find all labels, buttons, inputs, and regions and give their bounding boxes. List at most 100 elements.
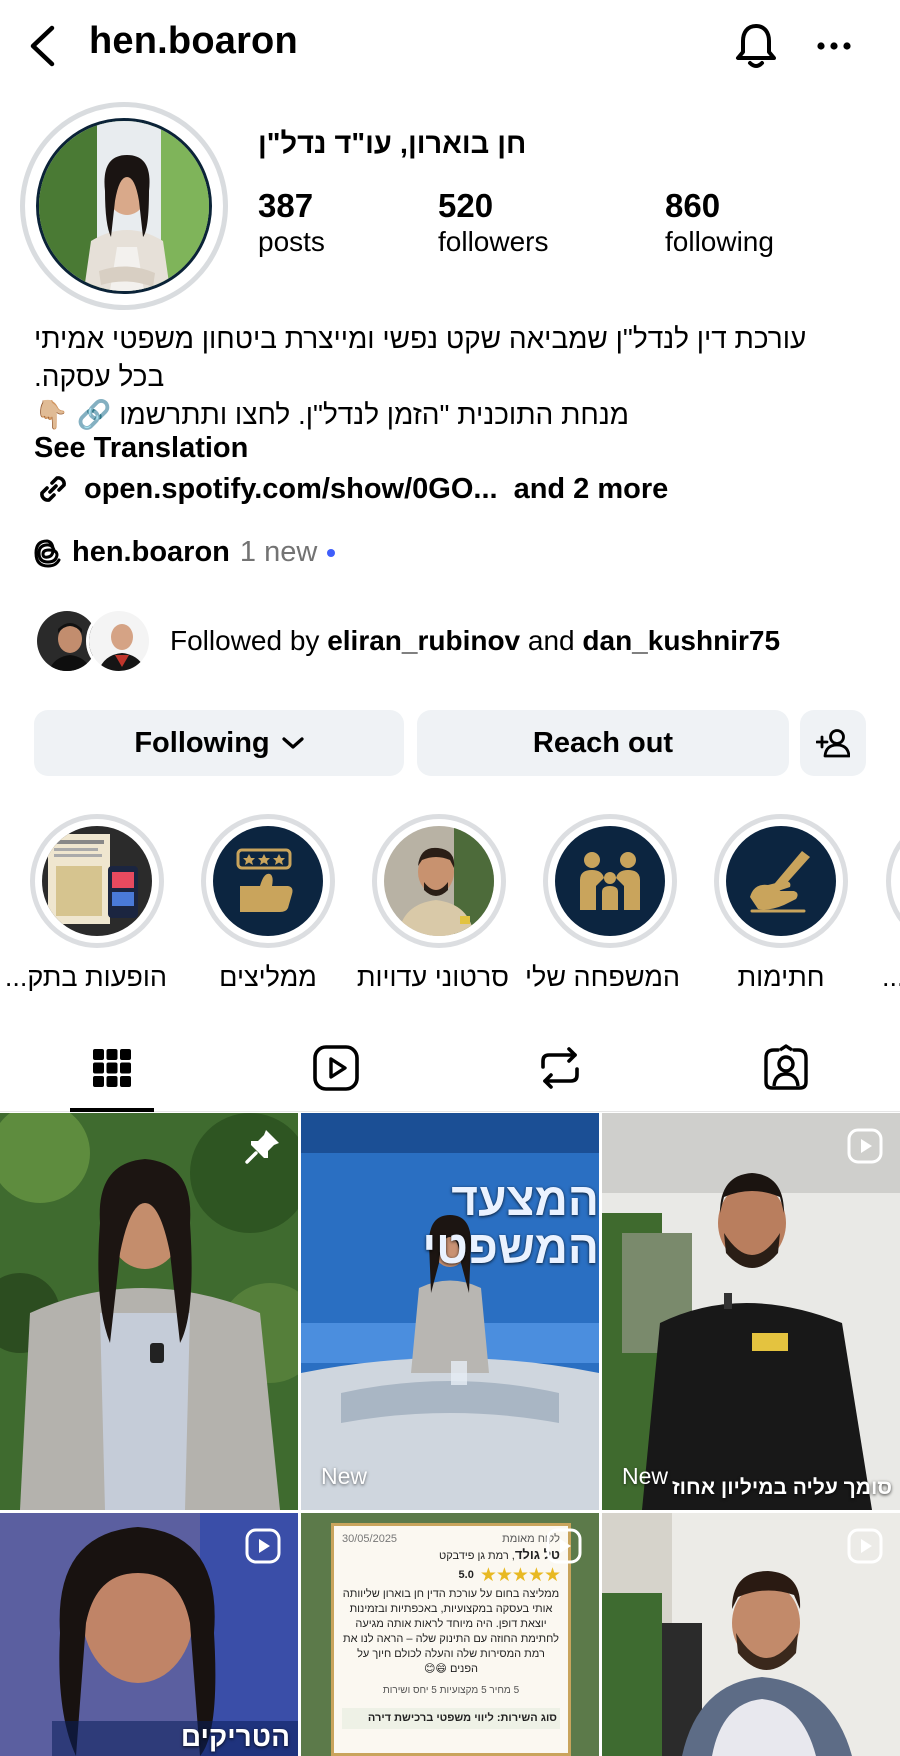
- story-highlight[interactable]: הופעות בתק...: [4, 814, 167, 993]
- reel-icon: [245, 1528, 281, 1564]
- posts-grid: המצעד המשפטי New New סומך עליה במיליון א…: [0, 1113, 900, 1756]
- thumbs-up-stars-icon: [236, 848, 293, 912]
- following-stat[interactable]: 860 following: [665, 188, 774, 260]
- post-thumbnail[interactable]: New סומך עליה במיליון אחוז: [602, 1113, 900, 1510]
- active-tab-indicator: [70, 1108, 154, 1112]
- story-highlight[interactable]: ממליצים: [198, 814, 338, 993]
- profile-bio: עורכת דין לנדל"ן שמביאה שקט נפשי ומייצרת…: [34, 320, 870, 434]
- reels-icon: [313, 1045, 359, 1091]
- tab-tagged[interactable]: [754, 1040, 818, 1096]
- following-button[interactable]: Following: [34, 710, 404, 776]
- post-thumbnail[interactable]: הטריקים והשטיקים: [0, 1513, 298, 1756]
- posts-count: 387: [258, 187, 314, 224]
- highlight-ring: [714, 814, 848, 948]
- link-icon: [40, 476, 66, 502]
- highlight-cover: [555, 826, 665, 936]
- family-icon: [580, 852, 640, 910]
- highlight-ring: [201, 814, 335, 948]
- highlight-label: ...: [882, 962, 900, 992]
- see-translation-link[interactable]: See Translation: [34, 432, 248, 465]
- highlight-ring: [886, 814, 900, 948]
- mutual-user-2[interactable]: dan_kushnir75: [582, 625, 780, 656]
- reel-icon: [847, 1528, 883, 1564]
- highlight-label: המשפחה שלי: [525, 962, 680, 992]
- story-highlight[interactable]: חתימות: [711, 814, 851, 993]
- threads-handle: hen.boaron: [72, 536, 230, 568]
- story-highlight[interactable]: המשפחה שלי: [525, 814, 680, 993]
- followers-count: 520: [438, 187, 494, 224]
- new-badge: New: [622, 1463, 669, 1489]
- highlight-cover: [384, 826, 494, 936]
- followers-label: followers: [438, 226, 549, 257]
- highlight-cover: [213, 826, 323, 936]
- followed-by-conj: and: [527, 625, 575, 656]
- bio-line: בכל עסקה.: [34, 361, 165, 392]
- back-button[interactable]: [22, 22, 62, 70]
- bio-line: מנחת התוכנית "הזמן לנדל"ן. לחצו ותתרשמו …: [34, 399, 629, 430]
- avatar-image: [36, 118, 212, 294]
- reel-icon: [546, 1528, 582, 1564]
- followed-by-row[interactable]: Followed by eliran_rubinov and dan_kushn…: [34, 606, 780, 676]
- review-meta: , רמת גן פידבקט: [439, 1550, 515, 1562]
- repost-icon: [541, 1047, 579, 1089]
- more-icon: [817, 42, 851, 50]
- following-label: following: [665, 226, 774, 257]
- reel-icon: [847, 1128, 883, 1164]
- followed-by-text: Followed by eliran_rubinov and dan_kushn…: [170, 625, 780, 657]
- post-thumbnail[interactable]: [602, 1513, 900, 1756]
- review-text: ממליצה בחום על עורכת הדין חן בוארון שליו…: [342, 1588, 560, 1675]
- following-button-label: Following: [134, 726, 270, 759]
- followed-by-prefix: Followed by: [170, 625, 320, 656]
- highlight-ring: [30, 814, 164, 948]
- profile-display-name: חן בוארון, עו"ד נדל"ן: [258, 128, 527, 160]
- posts-stat[interactable]: 387 posts: [258, 188, 325, 260]
- post-banner-text: המצעד המשפטי: [422, 1173, 599, 1273]
- followers-stat[interactable]: 520 followers: [438, 188, 548, 260]
- highlight-label: סרטוני עדויות: [356, 962, 509, 992]
- highlight-label: הופעות בתק...: [4, 962, 167, 992]
- chevron-left-icon: [30, 25, 55, 67]
- bio-link-url[interactable]: open.spotify.com/show/0GO...: [84, 473, 498, 506]
- posts-label: posts: [258, 226, 325, 257]
- signing-hand-icon: [750, 851, 810, 913]
- following-count: 860: [665, 187, 721, 224]
- post-thumbnail[interactable]: [0, 1113, 298, 1510]
- reach-out-button-label: Reach out: [532, 726, 674, 759]
- review-date: 30/05/2025: [342, 1533, 398, 1545]
- mutual-user-1[interactable]: eliran_rubinov: [327, 625, 520, 656]
- threads-badge[interactable]: hen.boaron 1 new: [34, 536, 336, 569]
- profile-tabs: [0, 1022, 900, 1112]
- post-thumbnail[interactable]: לקוח מאומת 30/05/2025 טל גולד, רמת גן פי…: [301, 1513, 599, 1756]
- new-indicator-dot: [327, 548, 336, 557]
- profile-avatar[interactable]: [20, 102, 228, 310]
- story-highlight[interactable]: ...: [882, 814, 900, 993]
- more-options-button[interactable]: [808, 24, 860, 68]
- tab-posts-grid[interactable]: [80, 1040, 144, 1096]
- pin-icon: [245, 1130, 279, 1164]
- reach-out-button[interactable]: Reach out: [417, 710, 789, 776]
- grid-icon: [93, 1049, 131, 1087]
- add-user-icon: [816, 729, 850, 758]
- highlight-cover: [42, 826, 152, 936]
- bio-links[interactable]: open.spotify.com/show/0GO... and 2 more: [34, 470, 668, 508]
- bio-link-more[interactable]: and 2 more: [514, 473, 669, 506]
- highlight-ring: [372, 814, 506, 948]
- profile-username-title: hen.boaron: [89, 20, 298, 62]
- tab-reels[interactable]: [304, 1040, 368, 1096]
- tagged-user-icon: [764, 1044, 808, 1090]
- bio-line: עורכת דין לנדל"ן שמביאה שקט נפשי ומייצרת…: [34, 323, 807, 354]
- tab-reposts[interactable]: [528, 1040, 592, 1096]
- top-bar: hen.boaron: [0, 0, 900, 92]
- highlight-cover: [726, 826, 836, 936]
- notifications-button[interactable]: [730, 20, 782, 72]
- story-highlight[interactable]: סרטוני עדויות: [356, 814, 509, 993]
- chevron-down-icon: [282, 737, 304, 749]
- suggest-users-button[interactable]: [800, 710, 866, 776]
- threads-new-count: 1 new: [239, 536, 318, 568]
- bell-icon: [736, 24, 776, 68]
- post-thumbnail[interactable]: המצעד המשפטי New: [301, 1113, 599, 1510]
- new-badge: New: [321, 1463, 368, 1489]
- review-card: לקוח מאומת 30/05/2025 טל גולד, רמת גן פי…: [331, 1523, 571, 1756]
- review-scores: 5 מחיר 5 מקצועיות 5 יחס ושירות: [382, 1685, 520, 1696]
- review-stars: ★★★★★: [479, 1565, 561, 1586]
